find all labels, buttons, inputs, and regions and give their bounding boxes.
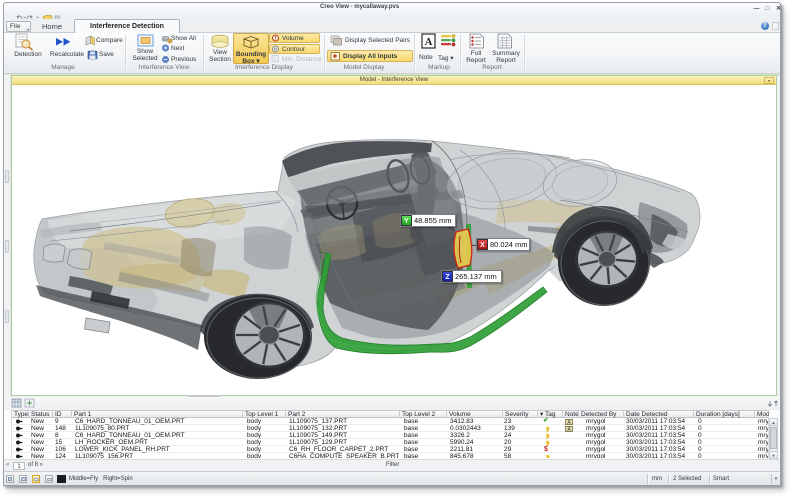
- svg-text:A: A: [425, 37, 433, 48]
